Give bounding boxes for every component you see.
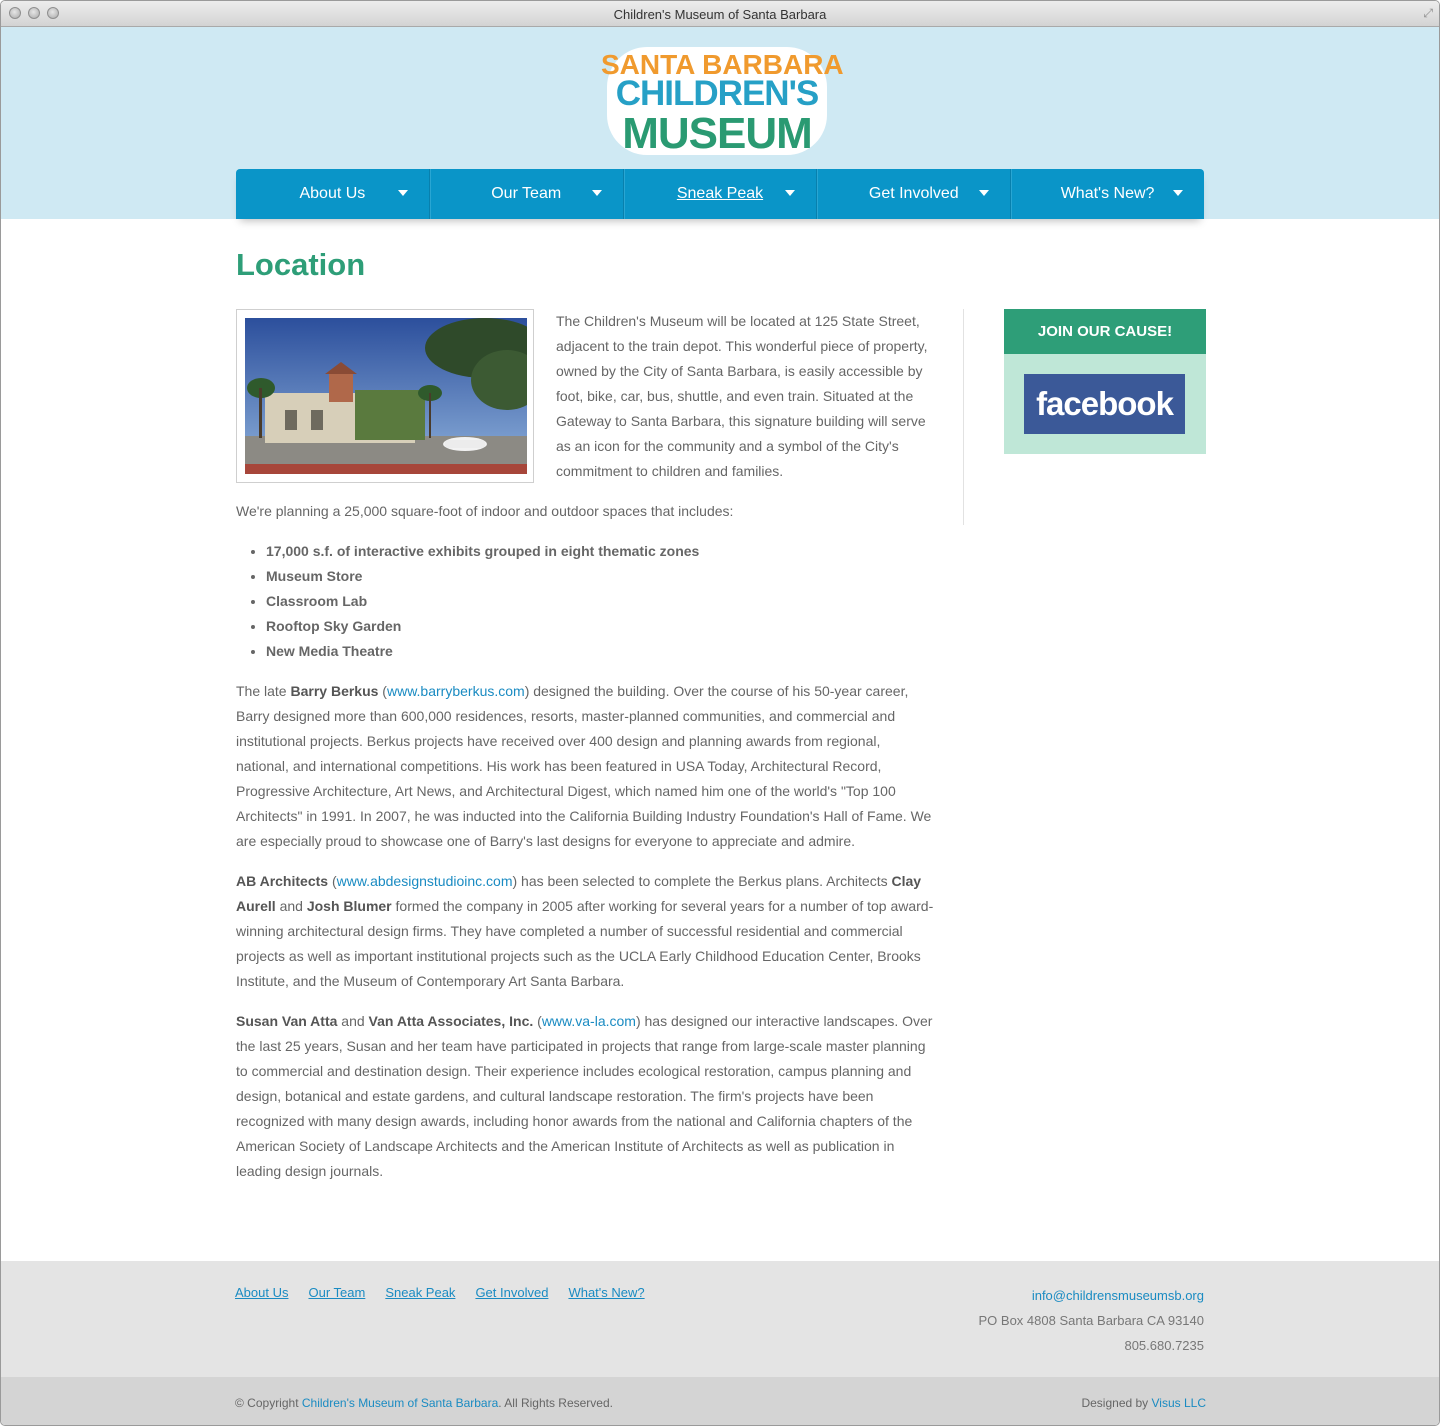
text-span: The late [236, 683, 291, 699]
list-item: Classroom Lab [266, 589, 936, 614]
logo-line-2: CHILDREN'S [615, 74, 820, 113]
nav-label: About Us [299, 185, 366, 202]
bold-name: Barry Berkus [290, 683, 379, 699]
bold-name: AB Architects [236, 873, 329, 889]
dropdown-caret-icon [1172, 190, 1183, 196]
footer-link-get-involved[interactable]: Get Involved [475, 1285, 548, 1300]
footer-contact: info@childrensmuseumsb.org PO Box 4808 S… [979, 1283, 1205, 1358]
nav-item-get-involved[interactable]: Get Involved [817, 169, 1012, 219]
site-header: SANTA BARBARA CHILDREN'S MUSEUM About Us… [1, 27, 1439, 219]
text-span: ( [328, 873, 337, 889]
footer-link-our-team[interactable]: Our Team [308, 1285, 365, 1300]
main-nav: About Us Our Team Sneak Peak Get Involve… [236, 169, 1204, 219]
visus-link[interactable]: Visus LLC [1152, 1396, 1206, 1410]
phone-number: 805.680.7235 [1124, 1338, 1204, 1353]
list-item: Rooftop Sky Garden [266, 614, 936, 639]
list-item: 17,000 s.f. of interactive exhibits grou… [266, 539, 936, 564]
berkus-paragraph: The late Barry Berkus (www.barryberkus.c… [236, 679, 936, 854]
va-la-link[interactable]: www.va-la.com [542, 1013, 636, 1029]
browser-window: Children's Museum of Santa Barbara ⤢ SAN… [0, 0, 1440, 1426]
text-span: Designed by [1081, 1396, 1152, 1410]
footer-bottom-bar: © Copyright Children's Museum of Santa B… [1, 1377, 1439, 1425]
copyright-text: © Copyright Children's Museum of Santa B… [235, 1396, 613, 1410]
logo-line-3: MUSEUM [622, 109, 813, 158]
email-link[interactable]: info@childrensmuseumsb.org [1032, 1288, 1204, 1303]
dropdown-caret-icon [591, 190, 602, 196]
nav-label: Our Team [491, 185, 562, 202]
postal-address: PO Box 4808 Santa Barbara CA 93140 [978, 1313, 1205, 1328]
facebook-button[interactable]: facebook [1024, 374, 1185, 434]
ab-architects-paragraph: AB Architects (www.abdesignstudioinc.com… [236, 869, 936, 994]
nav-item-whats-new[interactable]: What's New? [1011, 169, 1204, 219]
window-titlebar: Children's Museum of Santa Barbara ⤢ [1, 1, 1439, 27]
dropdown-caret-icon [397, 190, 408, 196]
text-span: ( [533, 1013, 542, 1029]
barryberkus-link[interactable]: www.barryberkus.com [387, 683, 525, 699]
join-our-cause-heading: JOIN OUR CAUSE! [1004, 309, 1206, 354]
nav-label: Sneak Peak [676, 185, 764, 202]
nav-item-about-us[interactable]: About Us [236, 169, 430, 219]
museum-logo[interactable]: SANTA BARBARA CHILDREN'S MUSEUM [601, 43, 844, 159]
abdesignstudio-link[interactable]: www.abdesignstudioinc.com [337, 873, 513, 889]
site-footer: About Us Our Team Sneak Peak Get Involve… [1, 1261, 1439, 1377]
page-title: Location [236, 247, 366, 282]
van-atta-paragraph: Susan Van Atta and Van Atta Associates, … [236, 1009, 936, 1184]
dropdown-caret-icon [979, 190, 990, 196]
designed-by-text: Designed by Visus LLC [1081, 1396, 1206, 1410]
column-divider [963, 309, 964, 525]
list-item: New Media Theatre [266, 639, 936, 664]
text-span: and [337, 1013, 369, 1029]
text-span: and [275, 898, 307, 914]
fullscreen-icon[interactable]: ⤢ [1423, 6, 1433, 21]
article-body: We're planning a 25,000 square-foot of i… [236, 499, 936, 1199]
intro-paragraph: The Children's Museum will be located at… [556, 313, 928, 479]
planning-paragraph: We're planning a 25,000 square-foot of i… [236, 503, 734, 519]
list-item: Museum Store [266, 564, 936, 589]
nav-item-sneak-peak[interactable]: Sneak Peak [624, 169, 818, 219]
footer-link-sneak-peak[interactable]: Sneak Peak [385, 1285, 455, 1300]
nav-label: What's New? [1060, 185, 1155, 202]
dropdown-caret-icon [785, 190, 796, 196]
window-title: Children's Museum of Santa Barbara [613, 7, 827, 22]
footer-nav: About Us Our Team Sneak Peak Get Involve… [235, 1285, 645, 1300]
nav-item-our-team[interactable]: Our Team [430, 169, 624, 219]
text-span: © Copyright [235, 1396, 302, 1410]
bold-name: Van Atta Associates, Inc. [368, 1013, 534, 1029]
facebook-panel: facebook [1004, 354, 1206, 454]
footer-link-whats-new[interactable]: What's New? [568, 1285, 644, 1300]
text-span: ) designed the building. Over the course… [236, 683, 932, 849]
text-span: . All Rights Reserved. [498, 1396, 613, 1410]
copyright-link[interactable]: Children's Museum of Santa Barbara [302, 1396, 498, 1410]
features-list: 17,000 s.f. of interactive exhibits grou… [236, 539, 936, 664]
nav-label: Get Involved [868, 185, 959, 202]
building-rendering-image [236, 309, 534, 483]
text-span: ( [378, 683, 387, 699]
building-illustration [245, 318, 527, 474]
sidebar: JOIN OUR CAUSE! facebook [1004, 309, 1206, 454]
text-span: ) has been selected to complete the Berk… [512, 873, 892, 889]
bold-name: Susan Van Atta [236, 1013, 338, 1029]
text-span: ) has designed our interactive landscape… [236, 1013, 933, 1179]
footer-link-about-us[interactable]: About Us [235, 1285, 288, 1300]
bold-name: Josh Blumer [306, 898, 392, 914]
